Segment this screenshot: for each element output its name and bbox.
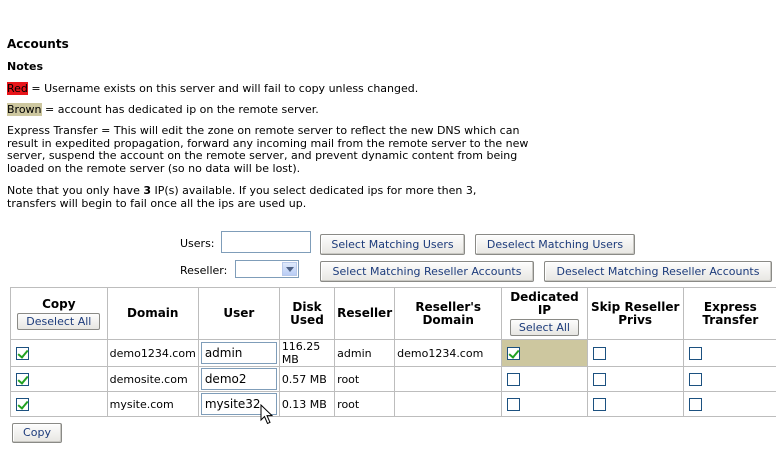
user-cell: admin — [197, 339, 280, 367]
express-transfer-checkbox[interactable] — [688, 397, 702, 411]
copy-checkbox[interactable] — [16, 372, 29, 386]
domain-cell: demosite.com — [106, 366, 199, 392]
copy-checkbox[interactable] — [16, 346, 29, 360]
resellers-domain-cell — [394, 366, 503, 392]
express-transfer-cell — [682, 366, 776, 392]
dedicated-ip-header-label: Dedicated IP — [510, 290, 579, 317]
skip-reseller-privs-column-header: Skip Reseller Privs — [586, 287, 684, 340]
brown-swatch: Brown — [7, 103, 42, 116]
dedicated-ip-checkbox[interactable] — [507, 397, 521, 411]
dedicated-ip-cell — [501, 366, 588, 392]
dedicated-ip-checkbox[interactable] — [507, 372, 521, 386]
disk-used-cell: 0.57 MB — [278, 366, 336, 392]
ip-note: Note that you only have 3 IP(s) availabl… — [7, 184, 507, 210]
express-transfer-note: Express Transfer = This will edit the zo… — [7, 124, 529, 175]
disk-used-cell: 116.25 MB — [278, 339, 336, 367]
reseller-cell: root — [334, 366, 396, 392]
user-cell: demo2 — [197, 366, 280, 392]
reseller-column-header: Reseller — [334, 287, 396, 340]
select-matching-reseller-accounts-button[interactable]: Select Matching Reseller Accounts — [320, 261, 534, 282]
accounts-table: Copy Deselect All Domain User Disk Used … — [10, 287, 776, 417]
ip-note-prefix: Note that you only have — [7, 184, 144, 197]
reseller-label: Reseller: — [180, 264, 228, 277]
copy-column-header: Copy Deselect All — [10, 287, 108, 340]
resellers-domain-column-header: Reseller's Domain — [394, 287, 503, 340]
deselect-matching-users-button[interactable]: Deselect Matching Users — [475, 234, 635, 255]
table-header-row: Copy Deselect All Domain User Disk Used … — [10, 287, 776, 340]
reseller-select[interactable] — [235, 260, 299, 278]
note-brown-text: = account has dedicated ip on the remote… — [41, 103, 319, 116]
copy-cell — [10, 366, 108, 392]
dedicated-ip-cell — [501, 339, 588, 367]
note-red-text: = Username exists on this server and wil… — [27, 82, 419, 95]
skip-reseller-privs-checkbox[interactable] — [592, 346, 606, 360]
note-brown: Brown = account has dedicated ip on the … — [7, 103, 319, 116]
express-transfer-checkbox[interactable] — [688, 346, 702, 360]
express-transfer-checkbox[interactable] — [688, 372, 702, 386]
note-red: Red = Username exists on this server and… — [7, 82, 418, 95]
express-transfer-column-header: Express Transfer — [682, 287, 776, 340]
disk-used-cell: 0.13 MB — [278, 391, 336, 417]
resellers-domain-cell — [394, 391, 503, 417]
reseller-cell: admin — [334, 339, 396, 367]
select-all-button[interactable]: Select All — [509, 319, 579, 336]
copy-header-label: Copy — [42, 296, 76, 311]
page-title: Accounts — [7, 37, 69, 51]
reseller-cell: root — [334, 391, 396, 417]
resellers-domain-cell: demo1234.com — [394, 339, 503, 367]
skip-reseller-privs-cell — [586, 339, 684, 367]
deselect-all-button[interactable]: Deselect All — [17, 312, 101, 330]
red-swatch: Red — [7, 82, 28, 95]
notes-heading: Notes — [7, 60, 44, 73]
user-input[interactable]: demo2 — [200, 368, 277, 390]
user-column-header: User — [197, 287, 280, 340]
copy-checkbox[interactable] — [16, 397, 29, 411]
dedicated-ip-cell — [501, 391, 588, 417]
ip-count: 3 — [143, 184, 151, 197]
users-input[interactable] — [221, 231, 311, 253]
copy-cell — [10, 391, 108, 417]
skip-reseller-privs-checkbox[interactable] — [592, 372, 606, 386]
skip-reseller-privs-checkbox[interactable] — [592, 397, 606, 411]
table-row: demosite.com demo2 0.57 MB root — [10, 366, 776, 392]
users-label: Users: — [180, 237, 215, 250]
mouse-cursor-icon — [260, 404, 274, 425]
dedicated-ip-column-header: Dedicated IP Select All — [501, 287, 588, 340]
deselect-matching-reseller-accounts-button[interactable]: Deselect Matching Reseller Accounts — [544, 261, 772, 282]
copy-button[interactable]: Copy — [12, 423, 62, 443]
dedicated-ip-checkbox[interactable] — [507, 346, 521, 360]
skip-reseller-privs-cell — [586, 366, 684, 392]
express-transfer-cell — [682, 391, 776, 417]
copy-cell — [10, 339, 108, 367]
disk-used-column-header: Disk Used — [278, 287, 336, 340]
table-row: mysite.com mysite32 0.13 MB root — [10, 391, 776, 417]
user-input[interactable]: admin — [200, 342, 277, 364]
express-transfer-cell — [682, 339, 776, 367]
domain-column-header: Domain — [106, 287, 199, 340]
skip-reseller-privs-cell — [586, 391, 684, 417]
domain-cell: mysite.com — [106, 391, 199, 417]
table-row: demo1234.com admin 116.25 MB admin demo1… — [10, 339, 776, 367]
domain-cell: demo1234.com — [106, 339, 199, 367]
chevron-down-icon[interactable] — [282, 262, 297, 276]
select-matching-users-button[interactable]: Select Matching Users — [320, 234, 465, 255]
